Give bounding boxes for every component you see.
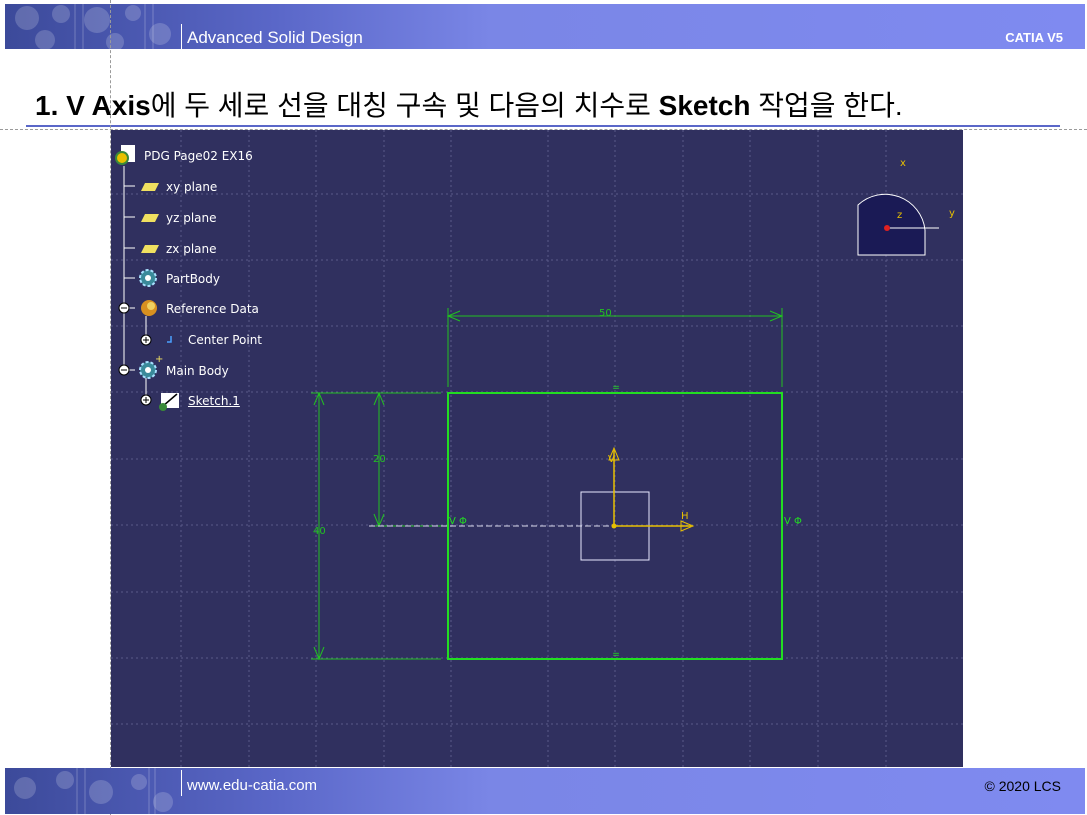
constraint-top-icon: =	[612, 383, 620, 393]
tree-connectors: +	[115, 145, 179, 411]
compass-widget[interactable]: x y z	[857, 158, 955, 256]
tree-item-xy-plane[interactable]: xy plane	[166, 180, 217, 194]
compass-z-label: z	[897, 210, 902, 221]
sketch-axes: V H	[369, 446, 695, 561]
svg-text:+: +	[155, 354, 163, 365]
yz-plane-icon[interactable]	[141, 214, 159, 222]
header-separator	[181, 24, 182, 49]
slide-title-part-2: 에 두 세로 선을 대칭 구속 및 다음의 치수로	[150, 90, 659, 121]
h-axis-label: H	[681, 511, 689, 522]
dimension-height-label[interactable]: 40	[313, 526, 326, 537]
tree-item-center-point[interactable]: Center Point	[188, 333, 262, 347]
tree-item-yz-plane[interactable]: yz plane	[166, 211, 217, 225]
v-axis-label: V	[608, 454, 615, 465]
tree-item-root[interactable]: PDG Page02 EX16	[144, 149, 253, 163]
partbody-gear-icon[interactable]	[139, 269, 157, 287]
symmetry-right-label: V Φ	[784, 516, 802, 527]
tree-item-sketch[interactable]: Sketch.1	[188, 394, 240, 408]
header-decoration	[15, 4, 171, 49]
catia-viewport[interactable]: x y z 50 20 40 = = V Φ V Φ V H + PDG Pag…	[111, 130, 963, 767]
compass-x-label: x	[900, 158, 906, 169]
compass-y-label: y	[949, 208, 955, 219]
collapse-reference-data-icon[interactable]	[118, 302, 130, 314]
center-point-icon[interactable]	[167, 336, 172, 343]
footer-decoration	[14, 768, 173, 814]
tree-item-reference-data[interactable]: Reference Data	[166, 302, 259, 316]
specification-tree: + PDG Page02 EX16 xy plane yz plane zx p…	[111, 130, 411, 430]
dimension-width-label[interactable]: 50	[599, 308, 612, 319]
collapse-main-body-icon[interactable]	[118, 364, 130, 376]
footer-website-link[interactable]: www.edu-catia.com	[187, 777, 317, 794]
origin-point-icon	[611, 523, 617, 529]
header-right-title: CATIA V5	[1005, 30, 1063, 45]
header-left-title: Advanced Solid Design	[187, 28, 363, 47]
tree-item-main-body[interactable]: Main Body	[166, 364, 229, 378]
sketch-icon[interactable]	[159, 393, 179, 411]
footer-separator	[181, 770, 182, 796]
expand-sketch-icon[interactable]	[140, 394, 152, 406]
dimension-upper-label[interactable]: 20	[373, 454, 386, 465]
slide-title-part-1: 1. V Axis	[35, 90, 151, 121]
header-band: Advanced Solid Design CATIA V5	[5, 4, 1085, 49]
main-body-gear-icon[interactable]: +	[139, 354, 163, 379]
zx-plane-icon[interactable]	[141, 245, 159, 253]
reference-data-icon[interactable]	[141, 300, 157, 316]
footer-copyright: © 2020 LCS	[984, 778, 1061, 794]
compass-origin-icon	[884, 225, 890, 231]
tree-item-partbody[interactable]: PartBody	[166, 272, 220, 286]
expand-center-point-icon[interactable]	[140, 334, 152, 346]
constraint-bottom-icon: =	[612, 650, 620, 660]
footer-band: www.edu-catia.com © 2020 LCS	[5, 768, 1085, 814]
tree-item-zx-plane[interactable]: zx plane	[166, 242, 217, 256]
title-underline	[26, 125, 1060, 127]
symmetry-left-label: V Φ	[449, 516, 467, 527]
slide-title: 1. V Axis에 두 세로 선을 대칭 구속 및 다음의 치수로 Sketc…	[35, 84, 903, 124]
xy-plane-icon[interactable]	[141, 183, 159, 191]
part-document-icon[interactable]	[115, 145, 135, 165]
slide-title-part-3: Sketch	[658, 90, 751, 121]
slide-title-part-4: 작업을 한다.	[750, 90, 903, 121]
